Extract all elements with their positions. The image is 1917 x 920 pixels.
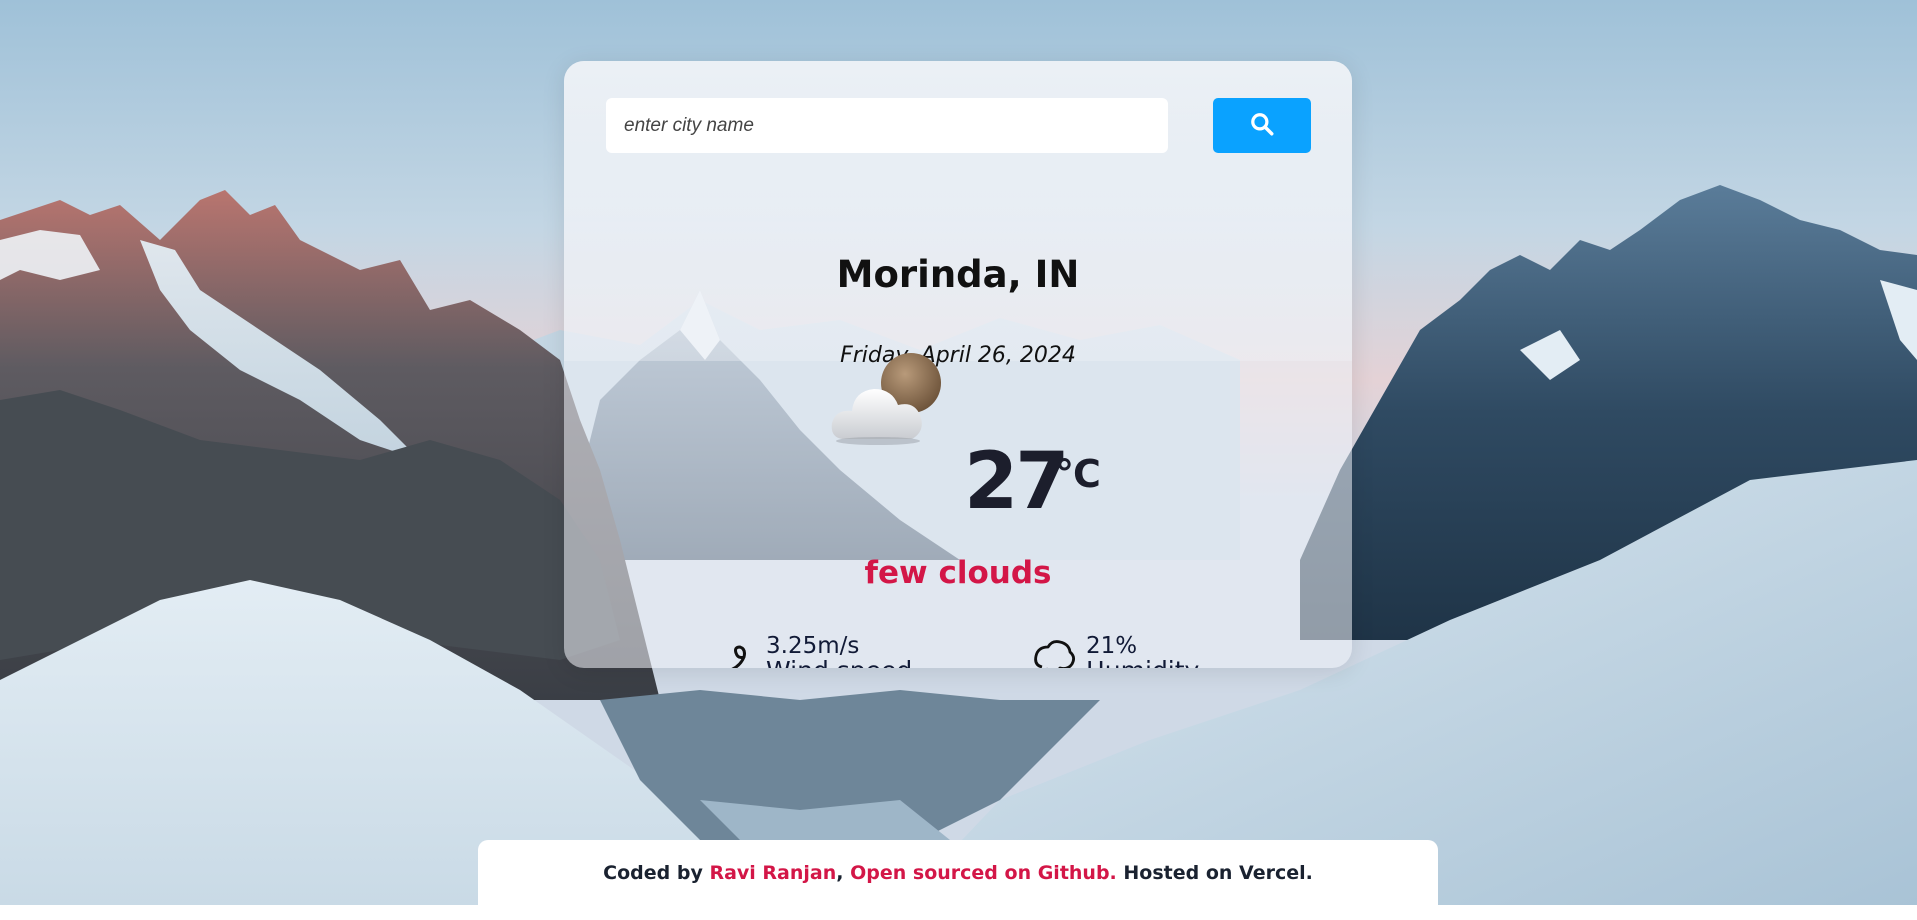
wind-icon xyxy=(712,635,756,668)
humidity-value: 21% xyxy=(1086,633,1138,659)
wind-speed-label: Wind speed xyxy=(766,658,912,668)
footer: Coded by Ravi Ranjan, Open sourced on Gi… xyxy=(478,840,1438,920)
github-link[interactable]: Open sourced on Github. xyxy=(850,862,1117,884)
temperature-value: 27 xyxy=(964,437,1070,527)
humidity-stat: 21% Humidity xyxy=(1032,635,1199,668)
temperature-unit: °C xyxy=(1055,452,1101,496)
search-button[interactable] xyxy=(1213,98,1311,153)
few-clouds-night-icon xyxy=(828,343,954,473)
city-search-input[interactable] xyxy=(606,98,1168,153)
weather-card: Morinda, IN Friday, April 26, 2024 27 °C… xyxy=(564,61,1352,668)
humidity-icon xyxy=(1032,635,1076,668)
current-date: Friday, April 26, 2024 xyxy=(840,343,1076,368)
author-link[interactable]: Ravi Ranjan xyxy=(709,862,836,884)
footer-text: Coded by Ravi Ranjan, Open sourced on Gi… xyxy=(478,862,1438,884)
wind-speed-value: 3.25m/s xyxy=(766,633,860,659)
humidity-label: Humidity xyxy=(1086,658,1199,668)
wind-stat: 3.25m/s Wind speed xyxy=(712,635,912,668)
search-icon xyxy=(1249,111,1275,140)
weather-description: few clouds xyxy=(864,555,1052,591)
footer-suffix: Hosted on Vercel. xyxy=(1116,862,1313,884)
footer-prefix: Coded by xyxy=(603,862,710,884)
city-name: Morinda, IN xyxy=(836,253,1080,296)
footer-separator: , xyxy=(836,862,851,884)
